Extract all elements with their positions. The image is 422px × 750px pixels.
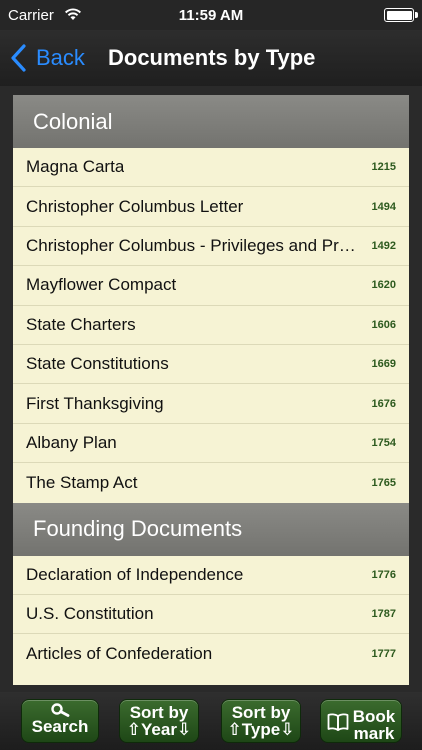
list-item[interactable]: Christopher Columbus - Privileges and Pr… [13, 227, 409, 267]
list-item[interactable]: State Constitutions 1669 [13, 345, 409, 385]
documents-list[interactable]: Colonial Magna Carta 1215 Christopher Col… [13, 95, 409, 685]
document-title: U.S. Constitution [26, 604, 154, 624]
section-header-founding-documents: Founding Documents [13, 502, 409, 556]
document-title: The Stamp Act [26, 472, 138, 492]
book-icon [327, 713, 349, 731]
bookmark-sublabel: mark [353, 724, 395, 743]
section-header-colonial: Colonial [13, 95, 409, 148]
back-label: Back [36, 45, 85, 70]
list-item[interactable]: Magna Carta 1215 [13, 148, 409, 188]
bookmark-button[interactable]: Book mark [320, 699, 402, 743]
document-year: 1669 [371, 358, 396, 371]
document-title: Albany Plan [26, 432, 117, 452]
list-item[interactable]: Mayflower Compact 1620 [13, 266, 409, 306]
sort-type-label: Sort by [231, 703, 291, 722]
battery-icon [384, 8, 418, 22]
status-bar: Carrier 11:59 AM [0, 0, 422, 30]
list-item[interactable]: The Stamp Act 1765 [13, 463, 409, 502]
clock: 11:59 AM [178, 7, 244, 24]
document-title: Articles of Confederation [26, 643, 213, 663]
document-title: State Constitutions [26, 354, 169, 374]
document-year: 1776 [371, 568, 396, 581]
page-title: Documents by Type [108, 45, 316, 70]
list-item[interactable]: First Thanksgiving 1676 [13, 384, 409, 424]
document-title: Declaration of Independence [26, 564, 244, 584]
list-item[interactable]: Declaration of Independence 1776 [13, 556, 409, 595]
document-title: State Charters [26, 314, 136, 334]
document-year: 1494 [371, 200, 396, 213]
search-button[interactable]: Search [21, 699, 99, 743]
list-item[interactable]: U.S. Constitution 1787 [13, 595, 409, 635]
navigation-bar: Back Documents by Type [0, 30, 422, 86]
search-label: Search [31, 717, 89, 736]
search-icon [51, 703, 70, 717]
document-title: First Thanksgiving [26, 393, 164, 413]
bottom-toolbar: Search Sort by ⇧Year⇩ Sort by ⇧Type⇩ Boo… [0, 692, 422, 750]
back-button[interactable]: Back [10, 42, 85, 74]
document-year: 1492 [371, 239, 396, 252]
sort-by-type-button[interactable]: Sort by ⇧Type⇩ [221, 699, 301, 743]
list-item[interactable]: Christopher Columbus Letter 1494 [13, 187, 409, 227]
document-year: 1754 [371, 436, 396, 449]
bookmark-label: Book [352, 707, 396, 726]
document-year: 1787 [371, 608, 396, 621]
document-year: 1215 [371, 161, 396, 174]
section-colonial: Magna Carta 1215 Christopher Columbus Let… [13, 148, 409, 503]
list-item[interactable]: Albany Plan 1754 [13, 424, 409, 464]
document-year: 1765 [371, 476, 396, 489]
chevron-left-icon [11, 44, 26, 72]
list-item[interactable]: Articles of Confederation 1777 [13, 634, 409, 673]
document-year: 1620 [371, 279, 396, 292]
document-year: 1777 [371, 647, 396, 660]
sort-year-sublabel: ⇧Year⇩ [126, 720, 192, 739]
document-title: Christopher Columbus - Privileges and Pr… [26, 235, 356, 255]
sort-by-year-button[interactable]: Sort by ⇧Year⇩ [119, 699, 199, 743]
document-title: Magna Carta [26, 157, 125, 177]
sort-type-sublabel: ⇧Type⇩ [227, 720, 295, 739]
list-item[interactable]: State Charters 1606 [13, 306, 409, 345]
document-year: 1606 [371, 318, 396, 331]
section-founding-documents: Declaration of Independence 1776 U.S. Con… [13, 556, 409, 674]
document-title: Christopher Columbus Letter [26, 196, 244, 216]
sort-year-label: Sort by [129, 703, 189, 722]
document-year: 1676 [371, 397, 396, 410]
document-title: Mayflower Compact [26, 275, 177, 295]
